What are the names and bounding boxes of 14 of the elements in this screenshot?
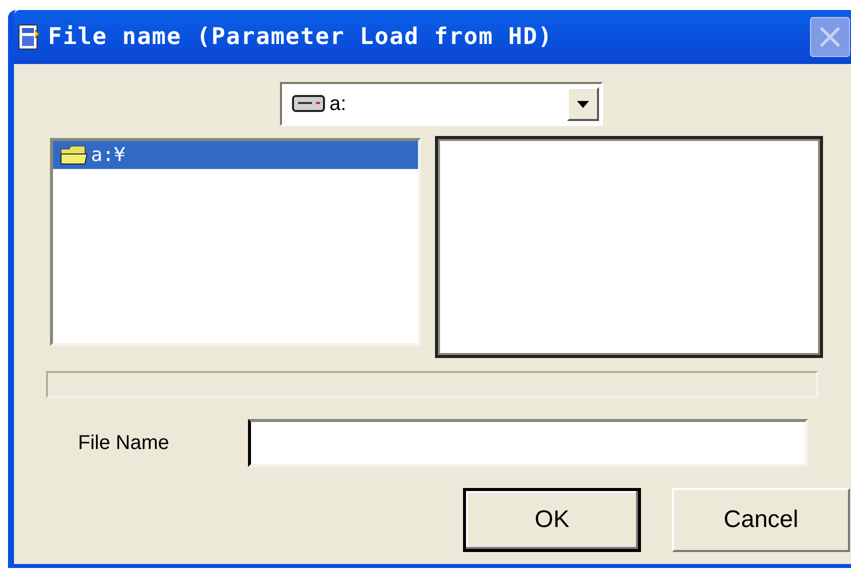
window-title: File name (Parameter Load from HD) xyxy=(48,22,553,52)
drive-value: a: xyxy=(330,92,346,117)
drive-icon xyxy=(292,94,326,114)
dropdown-button[interactable] xyxy=(566,87,598,121)
file-name-field[interactable] xyxy=(248,419,808,467)
close-icon xyxy=(818,25,842,49)
dialog-button[interactable]: Cancel xyxy=(672,488,850,552)
file-name-label: File Name xyxy=(78,431,170,456)
folder-item[interactable]: a:¥ xyxy=(53,141,418,169)
dialog-button[interactable]: OK xyxy=(463,488,641,552)
drive-dropdown[interactable]: a: xyxy=(280,82,602,126)
caret-icon xyxy=(576,100,588,108)
close-button[interactable] xyxy=(810,17,850,57)
folder-icon xyxy=(59,144,89,166)
